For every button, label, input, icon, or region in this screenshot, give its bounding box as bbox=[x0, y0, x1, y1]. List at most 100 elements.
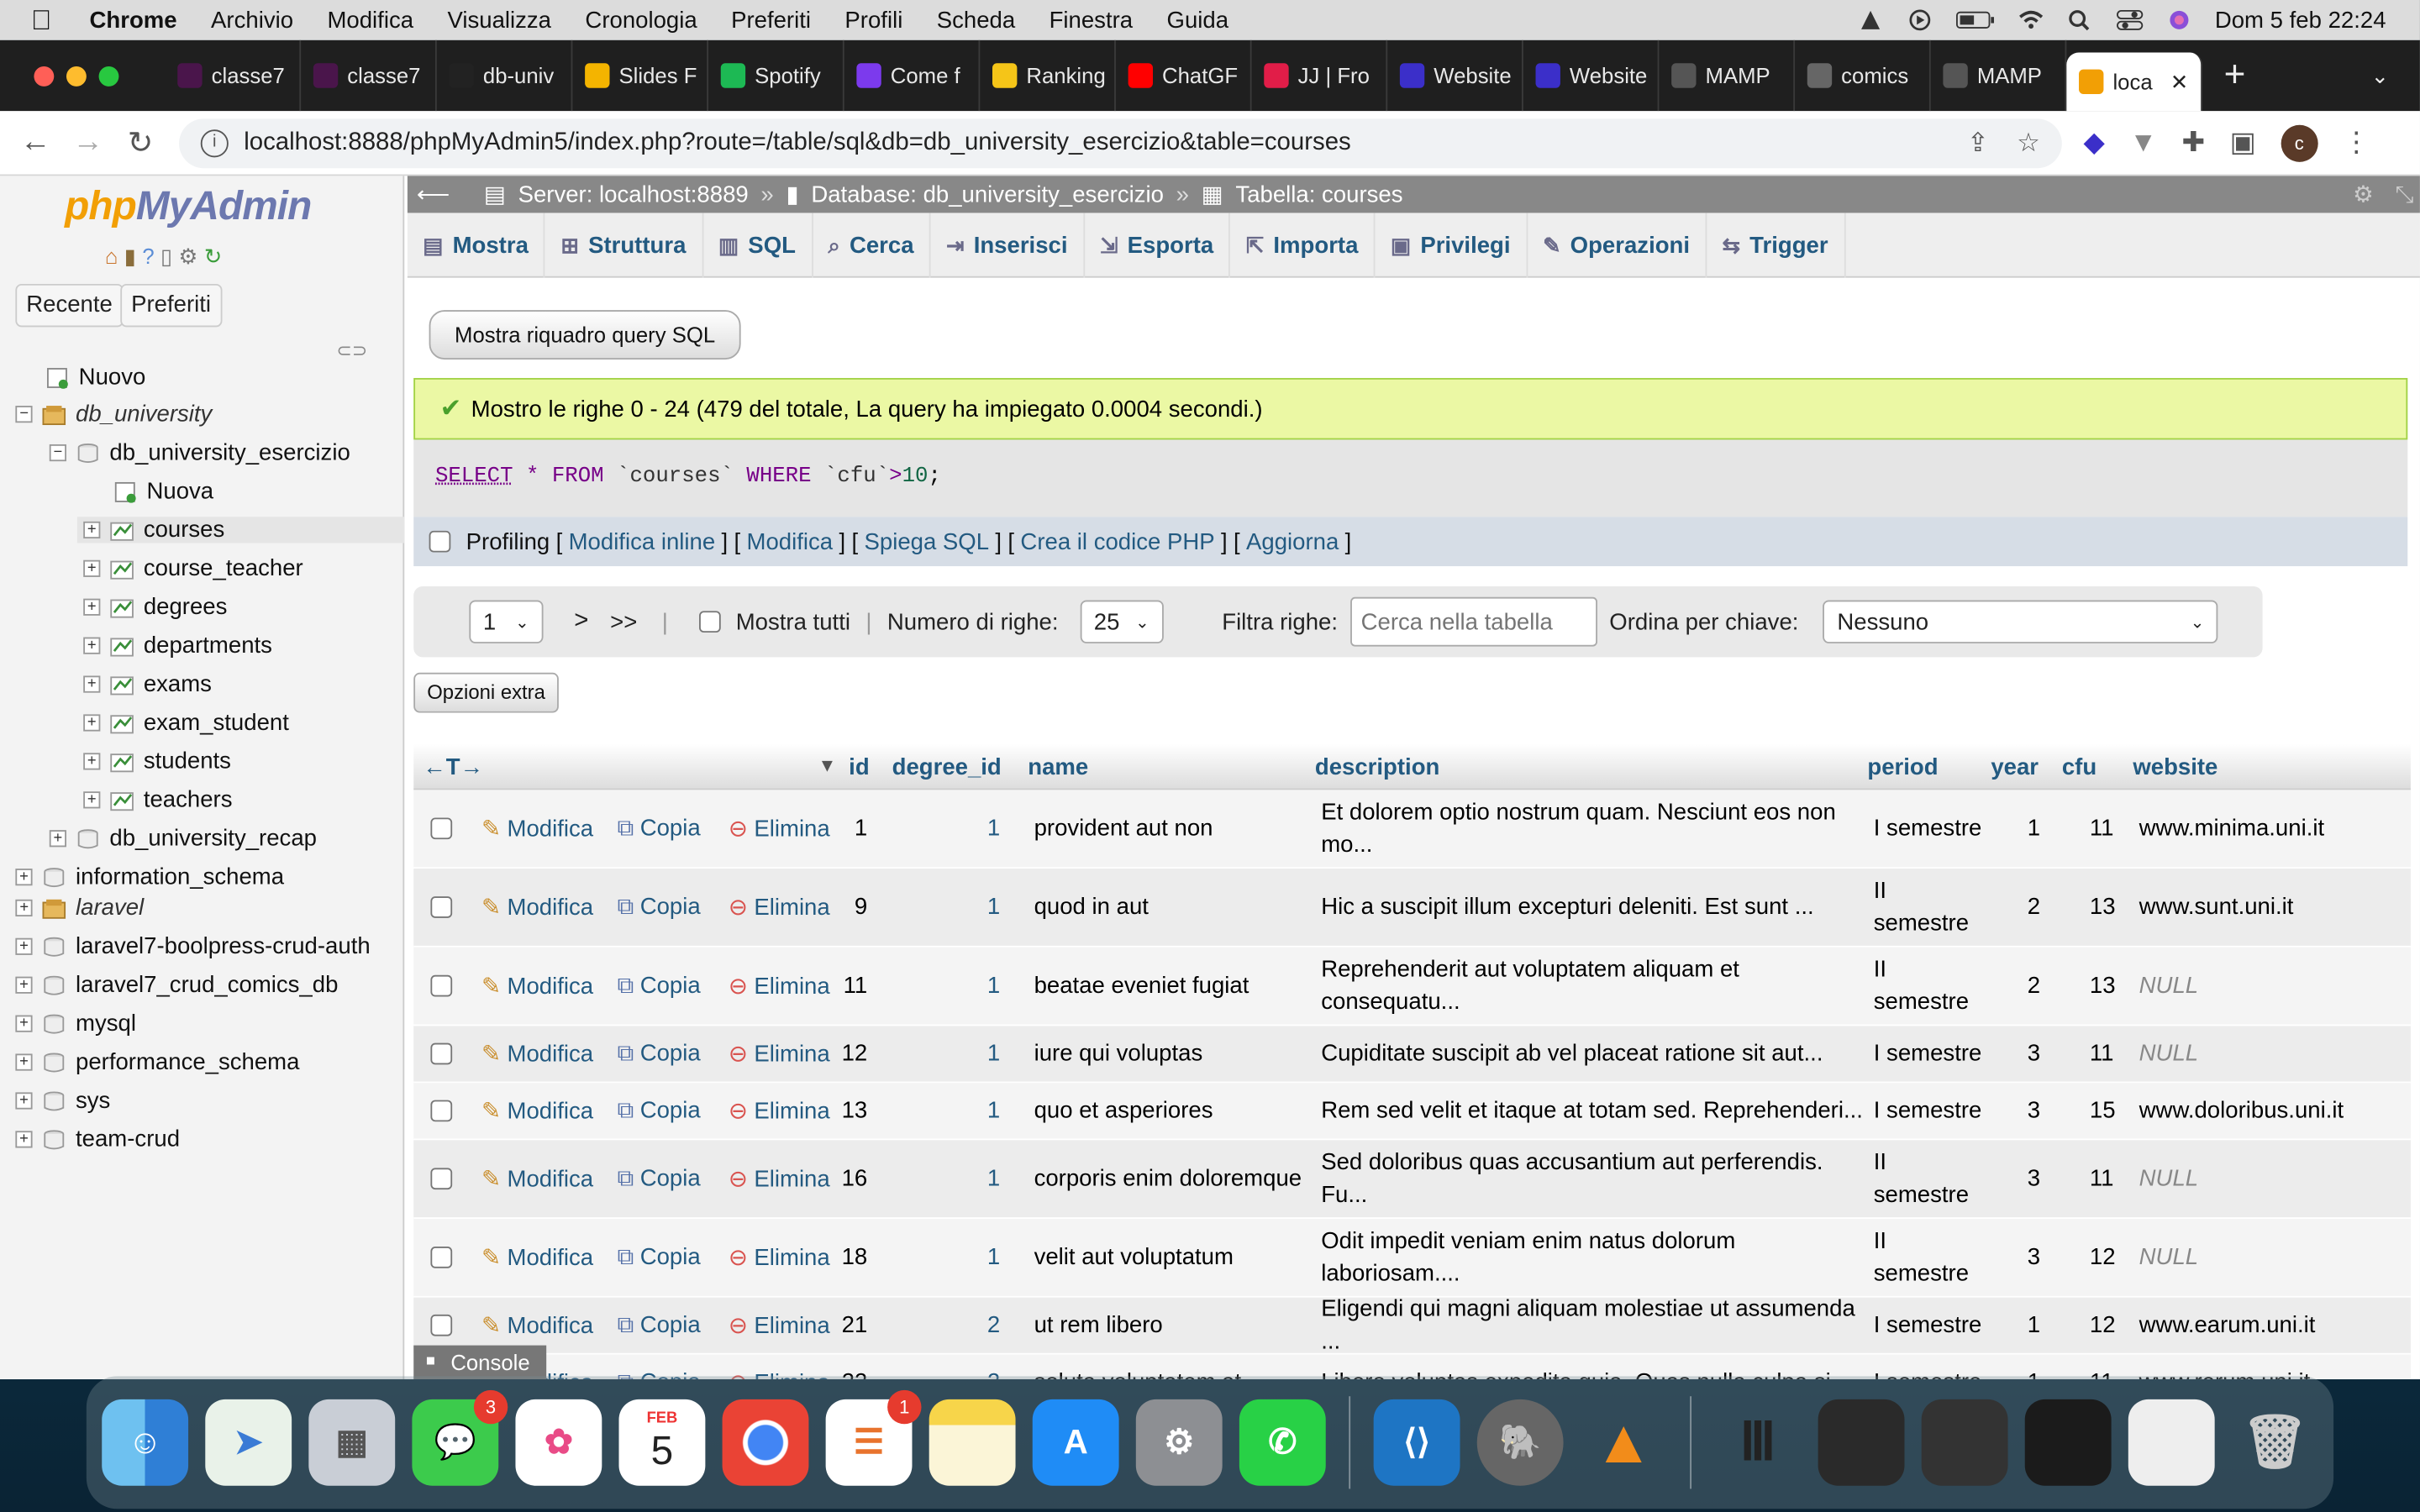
breadcrumb-database[interactable]: Database: db_university_esercizio bbox=[811, 181, 1164, 207]
edit-row-button[interactable]: ✎Modifica bbox=[481, 1097, 593, 1125]
tab-export[interactable]: ⇲ Esporta bbox=[1085, 213, 1231, 278]
tab-active[interactable]: loca ✕ bbox=[2066, 52, 2202, 112]
tree-node[interactable]: + sys bbox=[15, 1088, 110, 1114]
chrome-icon[interactable] bbox=[722, 1399, 809, 1486]
edit-row-button[interactable]: ✎Modifica bbox=[481, 972, 593, 1000]
tree-node[interactable]: + laravel7-boolpress-crud-auth bbox=[15, 933, 371, 959]
trash-icon[interactable]: 🗑 bbox=[2232, 1399, 2318, 1486]
delete-row-button[interactable]: ⊖Elimina bbox=[729, 1165, 830, 1193]
column-header-period[interactable]: period bbox=[1867, 754, 1938, 780]
launchpad-icon[interactable]: ▦ bbox=[308, 1399, 396, 1486]
logout-icon[interactable]: ▮ bbox=[124, 244, 136, 270]
tree-node[interactable]: + information_schema bbox=[15, 864, 284, 890]
vlc-icon[interactable] bbox=[1857, 9, 1885, 31]
delete-row-button[interactable]: ⊖Elimina bbox=[729, 1311, 830, 1339]
expand-toggle-icon[interactable]: + bbox=[15, 1015, 33, 1032]
delete-row-button[interactable]: ⊖Elimina bbox=[729, 815, 830, 843]
tab-insert[interactable]: ⇥ Inserisci bbox=[931, 213, 1085, 278]
tree-node[interactable]: + laravel7_crud_comics_db bbox=[15, 972, 338, 998]
docs-icon[interactable]: ▯ bbox=[160, 244, 172, 270]
tab-import[interactable]: ⇱ Importa bbox=[1230, 213, 1376, 278]
copy-row-button[interactable]: ⧉Copia bbox=[618, 816, 701, 842]
row-checkbox[interactable] bbox=[430, 1168, 453, 1190]
sql-select[interactable]: SELECT bbox=[435, 465, 513, 489]
menu-item[interactable]: Finestra bbox=[1050, 7, 1134, 33]
copy-row-button[interactable]: ⧉Copia bbox=[618, 894, 701, 920]
extensions-puzzle-icon[interactable]: ✚ bbox=[2181, 127, 2205, 160]
delete-row-button[interactable]: ⊖Elimina bbox=[729, 893, 830, 921]
profile-avatar[interactable]: c bbox=[2281, 123, 2318, 161]
vscode-icon[interactable]: ⟨⟩ bbox=[1373, 1399, 1460, 1486]
page-select[interactable]: 1 ⌄ bbox=[469, 600, 544, 643]
minimize-window-button[interactable] bbox=[66, 66, 87, 86]
expand-toggle-icon[interactable]: + bbox=[15, 1131, 33, 1148]
tree-node[interactable]: + teachers bbox=[83, 787, 233, 813]
tab-browse[interactable]: ▤ Mostra bbox=[408, 213, 546, 278]
expand-toggle-icon[interactable]: + bbox=[83, 559, 101, 577]
siri-icon[interactable] bbox=[2165, 9, 2193, 31]
expand-toggle-icon[interactable]: + bbox=[83, 598, 101, 616]
photos-icon[interactable]: ✿ bbox=[515, 1399, 602, 1486]
profiling-link[interactable]: Modifica bbox=[747, 528, 834, 554]
extra-options-button[interactable]: Opzioni extra bbox=[413, 672, 559, 713]
tab-item[interactable]: MAMP bbox=[1931, 39, 2067, 112]
tab-triggers[interactable]: ⇆ Trigger bbox=[1707, 213, 1845, 278]
expand-toggle-icon[interactable]: + bbox=[15, 1092, 33, 1110]
expand-toggle-icon[interactable]: + bbox=[83, 791, 101, 809]
zoom-window-button[interactable] bbox=[98, 66, 119, 86]
play-icon[interactable] bbox=[1906, 9, 1933, 31]
tree-node[interactable]: − db_university_esercizio bbox=[49, 439, 350, 466]
row-checkbox[interactable] bbox=[430, 817, 453, 840]
expand-toggle-icon[interactable]: + bbox=[83, 753, 101, 770]
system-settings-icon[interactable]: ⚙ bbox=[1135, 1399, 1223, 1486]
collapse-nav-icon[interactable]: ⟵ bbox=[417, 181, 450, 208]
window-thumbnail-2[interactable] bbox=[1921, 1399, 2008, 1486]
tab-item[interactable]: classe7 bbox=[301, 39, 437, 112]
tree-node[interactable]: Nuova bbox=[83, 478, 213, 505]
apple-icon[interactable]:  bbox=[31, 4, 62, 37]
column-header-cfu[interactable]: cfu bbox=[2062, 754, 2096, 780]
column-header-degree_id[interactable]: degree_id bbox=[892, 754, 1002, 780]
maps-icon[interactable]: ➤ bbox=[205, 1399, 292, 1486]
tree-node[interactable]: − db_university bbox=[15, 402, 212, 428]
tab-sql[interactable]: ▥ SQL bbox=[703, 213, 813, 278]
delete-row-button[interactable]: ⊖Elimina bbox=[729, 1243, 830, 1271]
tab-item[interactable]: classe7 bbox=[166, 39, 302, 112]
delete-row-button[interactable]: ⊖Elimina bbox=[729, 1097, 830, 1125]
settings-gear-icon[interactable]: ⚙ bbox=[179, 244, 198, 270]
menu-item[interactable]: Preferiti bbox=[731, 7, 811, 33]
bookmark-star-icon[interactable]: ☆ bbox=[2017, 128, 2040, 159]
omnibox[interactable]: i localhost:8888/phpMyAdmin5/index.php?r… bbox=[179, 118, 2062, 168]
tree-node[interactable]: Nuovo bbox=[15, 364, 145, 391]
edit-row-button[interactable]: ✎Modifica bbox=[481, 815, 593, 843]
tab-search-chevron-icon[interactable]: ⌄ bbox=[2371, 62, 2390, 88]
favorites-button[interactable]: Preferiti bbox=[120, 283, 222, 328]
tab-item[interactable]: ChatGF bbox=[1116, 39, 1252, 112]
tree-node[interactable]: + departments bbox=[83, 633, 272, 659]
filter-rows-input[interactable] bbox=[1349, 596, 1597, 647]
tab-item[interactable]: Website bbox=[1523, 39, 1660, 112]
sort-triangle-icon[interactable]: ▼ bbox=[818, 754, 836, 776]
expand-toggle-icon[interactable]: + bbox=[15, 1053, 33, 1071]
expand-toggle-icon[interactable]: + bbox=[49, 830, 66, 848]
share-icon[interactable]: ⇪ bbox=[1967, 128, 1989, 159]
tab-operations[interactable]: ✎ Operazioni bbox=[1528, 213, 1707, 278]
profiling-link[interactable]: Crea il codice PHP bbox=[1020, 528, 1214, 554]
reload-button[interactable]: ↻ bbox=[114, 123, 166, 162]
edit-row-button[interactable]: ✎Modifica bbox=[481, 1165, 593, 1193]
menu-app-name[interactable]: Chrome bbox=[90, 7, 177, 33]
messages-icon[interactable]: 💬 3 bbox=[412, 1389, 508, 1486]
wifi-icon[interactable] bbox=[2018, 9, 2045, 31]
column-resize-arrows-icon[interactable]: ←T→ bbox=[423, 754, 483, 780]
column-header-description[interactable]: description bbox=[1315, 754, 1440, 780]
tab-item[interactable]: MAMP bbox=[1659, 39, 1796, 112]
downloads-stack-icon[interactable]: Ⅲ bbox=[1715, 1399, 1802, 1486]
calendar-icon[interactable]: FEB 5 bbox=[618, 1399, 706, 1486]
show-all-label[interactable]: Mostra tutti bbox=[736, 609, 850, 635]
profiling-checkbox[interactable] bbox=[429, 530, 451, 553]
edit-row-button[interactable]: ✎Modifica bbox=[481, 1311, 593, 1339]
expand-toggle-icon[interactable]: − bbox=[49, 444, 66, 462]
menu-item[interactable]: Visualizza bbox=[447, 7, 551, 33]
edit-row-button[interactable]: ✎Modifica bbox=[481, 893, 593, 921]
copy-row-button[interactable]: ⧉Copia bbox=[618, 1098, 701, 1124]
